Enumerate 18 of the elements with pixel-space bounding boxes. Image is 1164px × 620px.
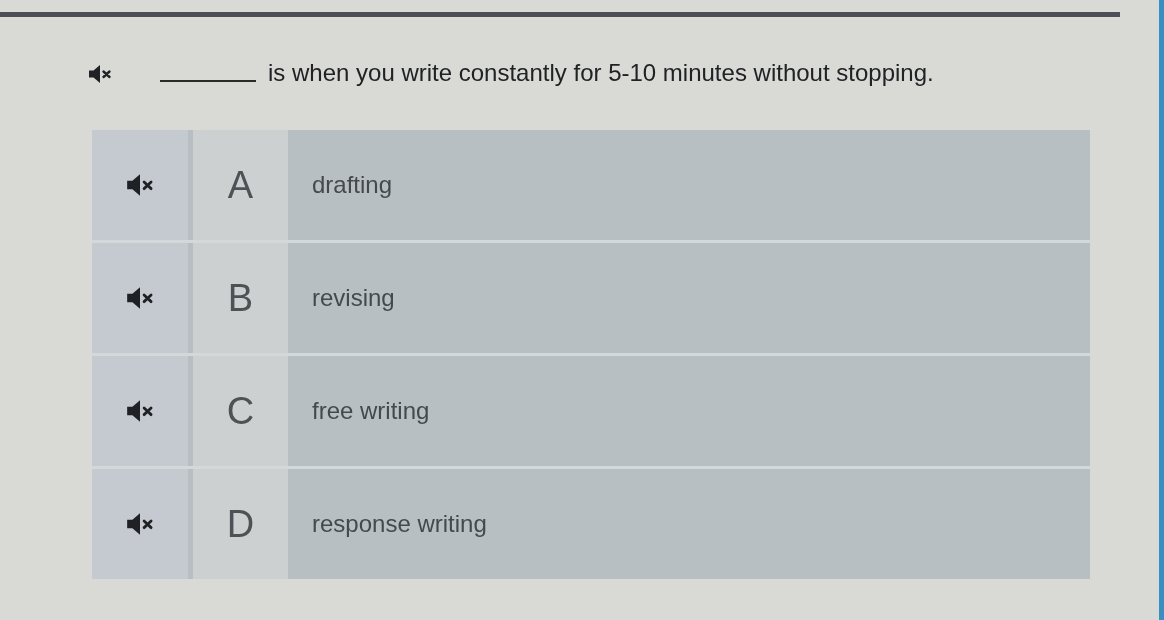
- speaker-muted-icon[interactable]: [126, 512, 154, 536]
- option-letter: D: [193, 469, 288, 579]
- speaker-muted-icon[interactable]: [126, 399, 154, 423]
- option-letter: C: [193, 356, 288, 466]
- question-text: is when you write constantly for 5-10 minutes without stopping.: [268, 58, 934, 88]
- speaker-muted-icon[interactable]: [88, 64, 112, 84]
- answer-option[interactable]: B revising: [92, 243, 1090, 353]
- speaker-muted-icon[interactable]: [126, 173, 154, 197]
- option-text: revising: [312, 283, 395, 313]
- option-text: response writing: [312, 509, 487, 539]
- option-text: drafting: [312, 170, 393, 200]
- answer-option[interactable]: D response writing: [92, 469, 1090, 579]
- answer-option[interactable]: C free writing: [92, 356, 1090, 466]
- answer-option[interactable]: A drafting: [92, 130, 1090, 240]
- option-text: free writing: [312, 396, 430, 426]
- speaker-muted-icon[interactable]: [126, 286, 154, 310]
- option-letter: A: [193, 130, 288, 240]
- option-letter: B: [193, 243, 288, 353]
